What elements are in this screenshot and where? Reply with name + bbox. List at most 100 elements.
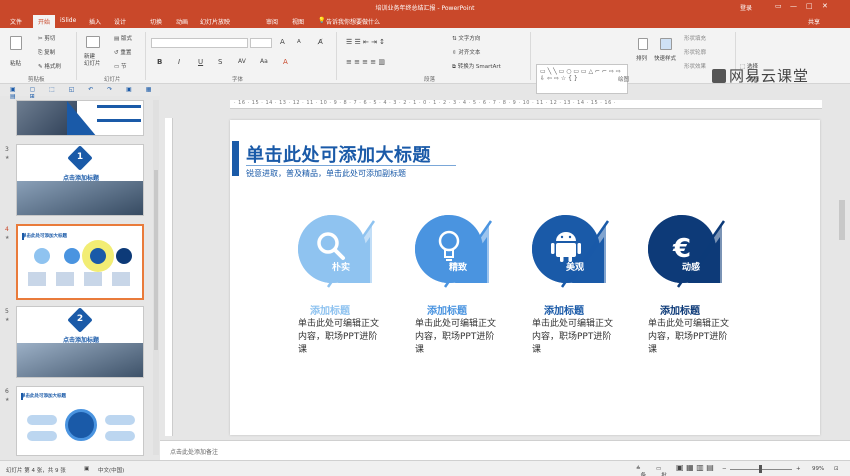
fit-slide-icon[interactable]: ⊡ [834, 466, 839, 472]
layout-button[interactable]: ▤ 版式 [114, 34, 132, 42]
slide-thumbnail-3[interactable]: 1 点击添加标题 [16, 144, 144, 216]
feature-graphic[interactable] [532, 215, 612, 295]
slide-scroll-thumb[interactable] [839, 200, 845, 240]
feature-graphic[interactable] [415, 215, 495, 295]
maximize-icon[interactable]: □ [806, 2, 813, 10]
feature-tag: 美观 [566, 263, 585, 273]
tab-file[interactable]: 文件 [10, 17, 22, 26]
copy-button[interactable]: ⎘ 复制 [38, 48, 55, 57]
quick-access-icons[interactable]: ▣ ▢ ⬚ ◱ ↶ ↷ ▣ ▦ ▤ ⊞ [10, 86, 160, 100]
font-size-combo[interactable] [250, 38, 272, 48]
feature-title[interactable]: 添加标题 [310, 302, 350, 317]
slide-thumbnail-5[interactable]: 2 点击添加标题 [16, 306, 144, 378]
new-slide-button[interactable]: 新建 幻灯片 [84, 54, 108, 68]
shape-effects-button[interactable]: 形状效果 [684, 62, 706, 70]
window-title: 培训业务年终总结汇报 - PowerPoint [375, 5, 475, 12]
separator [336, 32, 337, 80]
feature-tag: 朴实 [332, 263, 351, 273]
arrange-button[interactable]: 排列 [636, 54, 647, 62]
slide-subtitle[interactable]: 锐意进取，普及精品，单击此处可添加副标题 [246, 168, 406, 179]
slide-thumbnail-2[interactable] [16, 100, 144, 136]
paste-button[interactable]: 粘贴 [10, 59, 21, 67]
spellcheck-icon[interactable]: ▣ [84, 466, 89, 472]
zoom-slider-thumb[interactable] [759, 465, 762, 473]
ribbon-display-icon[interactable]: ▭ [775, 2, 782, 10]
thumbnail-scrollbar[interactable] [153, 100, 159, 455]
shape-outline-button[interactable]: 形状轮廓 [684, 48, 706, 56]
slide-thumbnail-4[interactable]: 单击此处可添加大标题 [16, 224, 144, 300]
comments-toggle[interactable]: ▭ 批注 [656, 466, 667, 476]
section-button[interactable]: ▭ 节 [114, 62, 126, 70]
thumb-circle [34, 248, 50, 264]
ribbon-tabs: 文件 开始 iSlide 插入 设计 切换 动画 幻灯片放映 审阅 视图 💡 告… [0, 14, 850, 28]
bullets-button[interactable]: ☰ ☰ ⇤ ⇥ ↕ [346, 38, 385, 46]
feature-title[interactable]: 添加标题 [427, 302, 467, 317]
feature-graphic[interactable] [298, 215, 378, 295]
tell-me-search[interactable]: 告诉我你想要做什么 [326, 17, 380, 26]
font-group-label: 字体 [232, 77, 244, 83]
close-icon[interactable]: ✕ [822, 2, 828, 10]
tab-slideshow[interactable]: 幻灯片放映 [200, 17, 230, 26]
zoom-out-icon[interactable]: − [722, 466, 727, 472]
change-case-button[interactable]: Aa [260, 58, 268, 65]
thumbnail-scroll-thumb[interactable] [154, 170, 158, 350]
quick-access-toolbar: ▣ ▢ ⬚ ◱ ↶ ↷ ▣ ▦ ▤ ⊞ [0, 84, 160, 100]
minimize-icon[interactable]: — [790, 2, 797, 10]
feature-description[interactable]: 单击此处可编辑正文内容，职场PPT进阶课 [648, 318, 732, 357]
view-buttons[interactable]: ▣ ▦ ▥ ▤ [676, 463, 714, 472]
underline-button[interactable]: U [198, 58, 203, 66]
char-spacing-button[interactable]: AV [238, 58, 246, 65]
language-indicator[interactable]: 中文(中国) [98, 466, 124, 474]
tab-home[interactable]: 开始 [33, 15, 56, 28]
notes-toggle[interactable]: ≙ 备注 [636, 466, 646, 476]
login-link[interactable]: 登录 [740, 3, 752, 12]
tab-transitions[interactable]: 切换 [150, 17, 162, 26]
quick-styles-button[interactable]: 快速样式 [654, 54, 676, 62]
tab-design[interactable]: 设计 [114, 17, 126, 26]
shapes-icons: ▭ ╲ ╲ ▭ ○ ▭ ▭ △ ⌐ ⌐ ⇨ ⇨ ⇩ ⇦ ⇨ ☆ { } [540, 68, 621, 82]
feature-description[interactable]: 单击此处可编辑正文内容，职场PPT进阶课 [298, 318, 382, 357]
feature-title[interactable]: 添加标题 [660, 302, 700, 317]
tab-islide[interactable]: iSlide [60, 17, 76, 24]
zoom-in-icon[interactable]: + [796, 466, 801, 472]
bold-button[interactable]: B [157, 58, 162, 66]
smartart-button[interactable]: ⧉ 转换为 SmartArt [452, 62, 501, 71]
align-text-button[interactable]: ⇳ 对齐文本 [452, 48, 480, 56]
tab-animations[interactable]: 动画 [176, 17, 188, 26]
zoom-level[interactable]: 99% [812, 466, 824, 472]
text-direction-button[interactable]: ⇅ 文字方向 [452, 34, 480, 42]
strikethrough-button[interactable]: S [218, 58, 222, 66]
clear-format-button[interactable]: A̸ [318, 38, 323, 46]
italic-button[interactable]: I [178, 58, 180, 66]
feature-badge [298, 215, 376, 288]
shrink-font-button[interactable]: A [297, 39, 301, 45]
tab-insert[interactable]: 插入 [89, 17, 101, 26]
slide-counter: 幻灯片 第 4 张，共 9 张 [6, 468, 66, 474]
animation-star-icon: ★ [5, 397, 10, 403]
format-painter-button[interactable]: ✎ 格式刷 [38, 62, 61, 70]
tab-view[interactable]: 视图 [292, 17, 304, 26]
feature-badge [532, 215, 610, 288]
reset-button[interactable]: ↺ 重置 [114, 48, 131, 56]
feature-description[interactable]: 单击此处可编辑正文内容，职场PPT进阶课 [415, 318, 499, 357]
grow-font-button[interactable]: A [280, 38, 285, 46]
shapes-gallery[interactable]: ▭ ╲ ╲ ▭ ○ ▭ ▭ △ ⌐ ⌐ ⇨ ⇨ ⇩ ⇦ ⇨ ☆ { } [536, 64, 628, 94]
slide-title[interactable]: 单击此处可添加大标题 [246, 141, 431, 167]
share-button[interactable]: 共享 [808, 17, 820, 26]
notes-pane[interactable]: 点击此处添加备注 [160, 440, 850, 460]
drawing-group-label: 绘图 [618, 77, 630, 83]
watermark-text: 网易云课堂 [729, 67, 810, 85]
slide-scrollbar[interactable] [838, 100, 846, 440]
feature-graphic[interactable]: € [648, 215, 728, 295]
shape-fill-button[interactable]: 形状填充 [684, 34, 706, 42]
align-buttons[interactable]: ≡ ≡ ≡ ≡ ▥ [346, 58, 385, 66]
cut-button[interactable]: ✂ 剪切 [38, 34, 55, 42]
current-slide[interactable]: 单击此处可添加大标题 锐意进取，普及精品，单击此处可添加副标题 朴实 添加标题 单击… [230, 120, 820, 435]
tab-review[interactable]: 审阅 [266, 17, 278, 26]
feature-description[interactable]: 单击此处可编辑正文内容，职场PPT进阶课 [532, 318, 616, 357]
font-name-combo[interactable] [151, 38, 248, 48]
feature-title[interactable]: 添加标题 [544, 302, 584, 317]
thumb-bar [97, 105, 141, 108]
font-color-button[interactable]: A [283, 58, 288, 66]
slide-thumbnail-6[interactable]: 单击此处可添加大标题 [16, 386, 144, 456]
